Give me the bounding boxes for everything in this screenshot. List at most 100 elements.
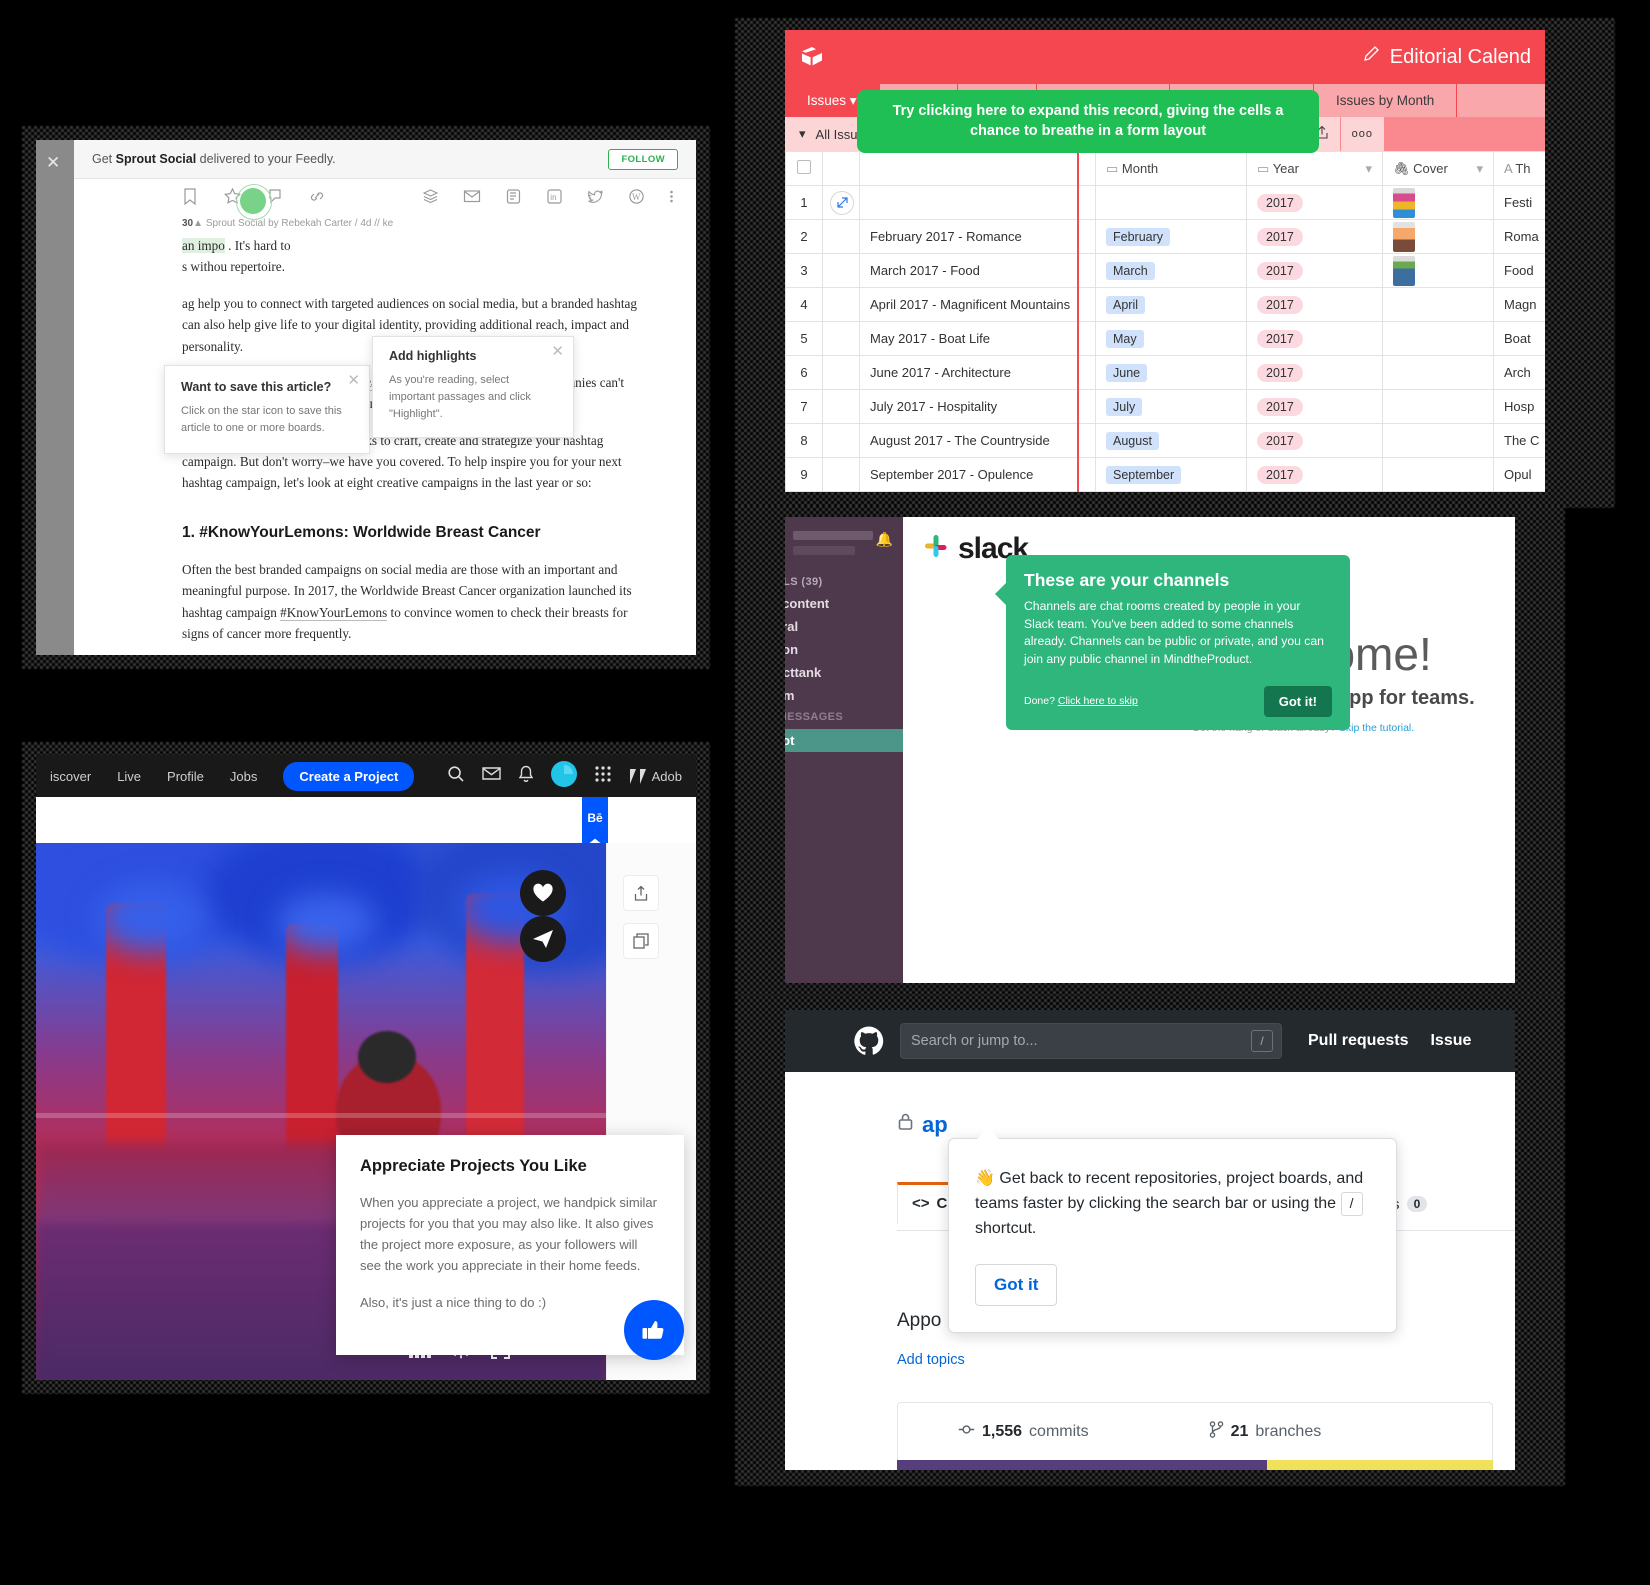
search-icon[interactable]	[447, 765, 465, 788]
airtable-grid[interactable]: ▭ Month ▭ Year ▾ 🖇 Cover ▾ A Th 1 2017 Fes…	[785, 151, 1545, 492]
skip-tutorial-link[interactable]: Skip the tutorial.	[1339, 722, 1414, 734]
avatar[interactable]	[550, 760, 577, 792]
mail-icon[interactable]	[481, 766, 501, 786]
share-button[interactable]	[623, 875, 659, 911]
wordpress-icon[interactable]: W	[628, 188, 645, 205]
channel-item[interactable]: shcontent	[785, 592, 903, 615]
cell-month[interactable]: February	[1095, 219, 1247, 254]
cell-year[interactable]: 2017	[1246, 287, 1383, 322]
search-input[interactable]: Search or jump to... /	[900, 1023, 1282, 1059]
behance-flag-badge[interactable]: Bē	[582, 797, 608, 849]
expand-record-button[interactable]	[822, 457, 860, 492]
cell-cover[interactable]	[1382, 389, 1494, 424]
commits-stat[interactable]: 1,556 commits	[898, 1421, 1149, 1443]
channel-item[interactable]: pcon	[785, 638, 903, 661]
cell-name[interactable]	[859, 185, 1096, 220]
header-month[interactable]: ▭ Month	[1095, 151, 1247, 186]
cell-month[interactable]: August	[1095, 423, 1247, 458]
cell-month[interactable]: June	[1095, 355, 1247, 390]
header-name[interactable]	[859, 151, 1096, 186]
cell-name[interactable]: March 2017 - Food	[859, 253, 1096, 288]
adobe-icon[interactable]: Adob	[629, 768, 682, 785]
cell-theme[interactable]: Roma	[1493, 219, 1545, 254]
bell-icon[interactable]: 🔔	[876, 531, 893, 548]
send-button[interactable]	[520, 916, 566, 962]
dm-item-slackbot[interactable]: kbot	[785, 729, 903, 752]
expand-record-button[interactable]	[822, 287, 860, 322]
evernote-icon[interactable]	[505, 188, 522, 205]
table-row[interactable]: 6 June 2017 - Architecture June 2017 Arch	[785, 355, 1545, 390]
create-project-button[interactable]: Create a Project	[283, 761, 415, 791]
team-name-redacted[interactable]	[793, 531, 877, 561]
cell-theme[interactable]: Hosp	[1493, 389, 1545, 424]
cell-cover[interactable]	[1382, 457, 1494, 492]
cell-year[interactable]: 2017	[1246, 185, 1383, 220]
cell-cover[interactable]	[1382, 321, 1494, 356]
save-button[interactable]	[623, 923, 659, 959]
channel-item[interactable]: neral	[785, 615, 903, 638]
follow-button[interactable]: FOLLOW	[608, 148, 678, 170]
thumbs-up-help-button[interactable]	[624, 1300, 684, 1360]
bell-icon[interactable]	[518, 765, 534, 788]
cell-month[interactable]: March	[1095, 253, 1247, 288]
table-row[interactable]: 5 May 2017 - Boat Life May 2017 Boat	[785, 321, 1545, 356]
repo-title[interactable]: ap	[897, 1112, 948, 1138]
cell-name[interactable]: February 2017 - Romance	[859, 219, 1096, 254]
nav-profile[interactable]: Profile	[167, 769, 204, 784]
cell-name[interactable]: June 2017 - Architecture	[859, 355, 1096, 390]
cell-month[interactable]: April	[1095, 287, 1247, 322]
twitter-icon[interactable]	[587, 188, 604, 205]
cell-year[interactable]: 2017	[1246, 253, 1383, 288]
cell-name[interactable]: July 2017 - Hospitality	[859, 389, 1096, 424]
appreciate-button[interactable]	[520, 870, 566, 916]
cell-month[interactable]: May	[1095, 321, 1247, 356]
skip-link[interactable]: Click here to skip	[1058, 695, 1138, 707]
base-title[interactable]: Editorial Calend	[1363, 45, 1531, 69]
cell-cover[interactable]	[1382, 423, 1494, 458]
select-all-checkbox[interactable]	[785, 151, 823, 186]
got-it-button[interactable]: Got it!	[1263, 685, 1332, 717]
cell-theme[interactable]: Arch	[1493, 355, 1545, 390]
cell-name[interactable]: April 2017 - Magnificent Mountains	[859, 287, 1096, 322]
cell-month[interactable]: July	[1095, 389, 1247, 424]
cell-name[interactable]: September 2017 - Opulence	[859, 457, 1096, 492]
cell-theme[interactable]: Festi	[1493, 185, 1545, 220]
close-icon[interactable]: ✕	[347, 373, 360, 388]
cell-year[interactable]: 2017	[1246, 219, 1383, 254]
cell-year[interactable]: 2017	[1246, 355, 1383, 390]
cell-year[interactable]: 2017	[1246, 457, 1383, 492]
cell-month[interactable]: September	[1095, 457, 1247, 492]
table-row[interactable]: 8 August 2017 - The Countryside August 2017…	[785, 423, 1545, 458]
table-row[interactable]: 1 2017 Festi	[785, 185, 1545, 220]
cell-cover[interactable]	[1382, 253, 1494, 288]
cell-theme[interactable]: Magn	[1493, 287, 1545, 322]
expand-record-button[interactable]	[822, 389, 860, 424]
expand-record-button[interactable]	[822, 185, 860, 220]
cell-theme[interactable]: Boat	[1493, 321, 1545, 356]
expand-record-button[interactable]	[822, 321, 860, 356]
cell-cover[interactable]	[1382, 185, 1494, 220]
cell-theme[interactable]: Food	[1493, 253, 1545, 288]
nav-jobs[interactable]: Jobs	[230, 769, 257, 784]
cell-name[interactable]: August 2017 - The Countryside	[859, 423, 1096, 458]
cell-theme[interactable]: Opul	[1493, 457, 1545, 492]
cell-name[interactable]: May 2017 - Boat Life	[859, 321, 1096, 356]
table-row[interactable]: 3 March 2017 - Food March 2017 Food	[785, 253, 1545, 288]
expand-record-button[interactable]	[822, 355, 860, 390]
header-theme[interactable]: A Th	[1493, 151, 1545, 186]
header-year[interactable]: ▭ Year ▾	[1246, 151, 1383, 186]
channel-item[interactable]: ducttank	[785, 661, 903, 684]
cell-cover[interactable]	[1382, 287, 1494, 322]
linkedin-icon[interactable]: in	[546, 188, 563, 205]
expand-record-button[interactable]	[822, 253, 860, 288]
cell-year[interactable]: 2017	[1246, 389, 1383, 424]
expand-record-button[interactable]	[822, 423, 860, 458]
table-row[interactable]: 2 February 2017 - Romance February 2017 Roma	[785, 219, 1545, 254]
close-icon[interactable]: ✕	[46, 154, 60, 171]
buffer-icon[interactable]	[422, 188, 439, 205]
cell-cover[interactable]	[1382, 355, 1494, 390]
close-icon[interactable]: ✕	[551, 344, 564, 359]
apps-grid-icon[interactable]	[594, 765, 612, 788]
tab-issues-by-month[interactable]: Issues by Month	[1314, 84, 1458, 117]
more-options-button[interactable]: ooo	[1339, 117, 1384, 151]
